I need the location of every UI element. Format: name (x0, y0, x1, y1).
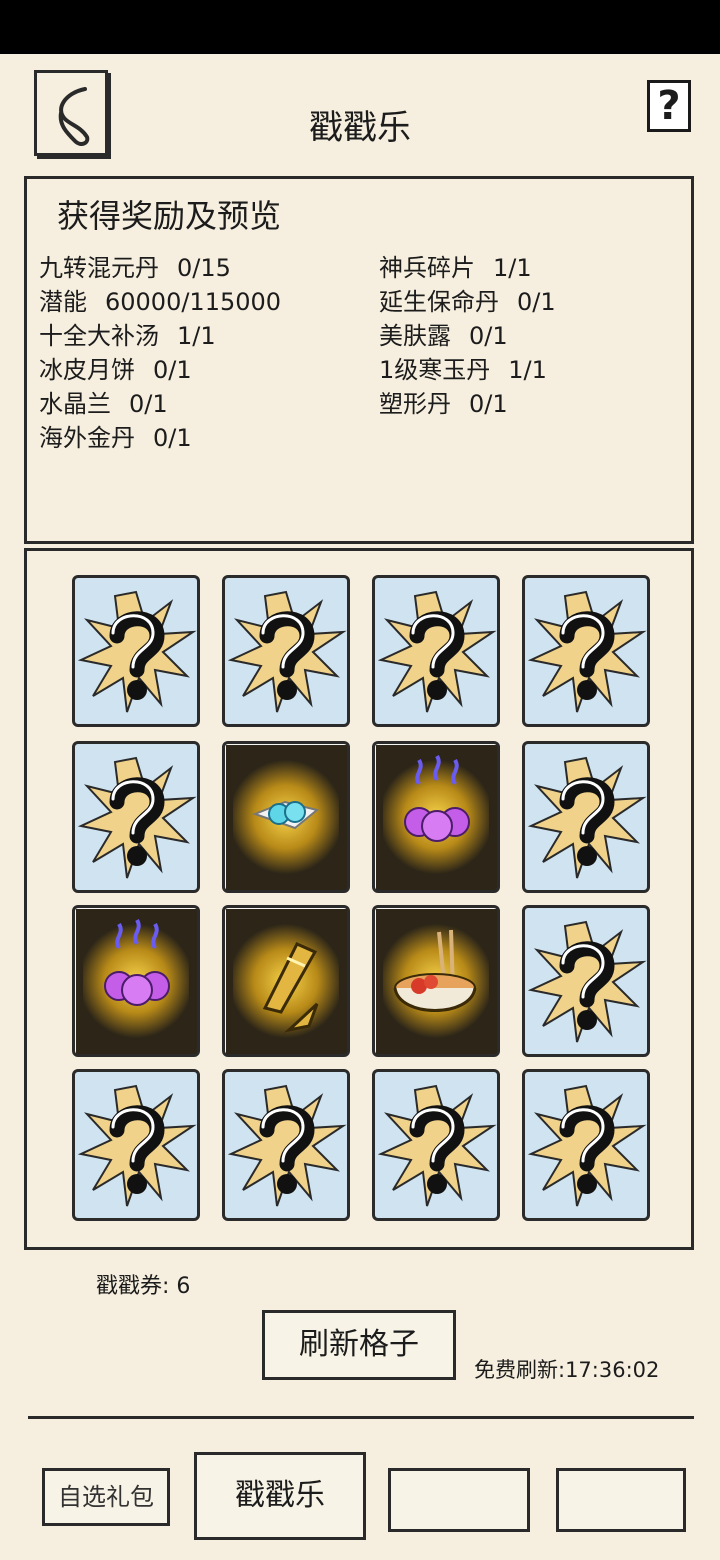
reward-item: 美肤露 0/1 (379, 322, 508, 350)
purple-pills-icon (104, 918, 170, 1006)
opened-tile[interactable] (372, 905, 500, 1057)
hidden-tile[interactable] (372, 1069, 500, 1221)
question-mark-icon (377, 1084, 497, 1207)
tab-poke-game[interactable]: 戳戳乐 (194, 1452, 366, 1540)
opened-tile[interactable] (72, 905, 200, 1057)
hidden-tile[interactable] (72, 741, 200, 893)
reward-item: 延生保命丹 0/1 (379, 288, 556, 316)
back-button[interactable] (34, 70, 108, 156)
page-title: 戳戳乐 (309, 108, 411, 148)
reward-item: 水晶兰 0/1 (39, 390, 168, 418)
tab-empty-1[interactable] (388, 1468, 530, 1532)
hidden-tile[interactable] (72, 575, 200, 727)
hidden-tile[interactable] (522, 1069, 650, 1221)
hidden-tile[interactable] (222, 1069, 350, 1221)
reward-item: 冰皮月饼 0/1 (39, 356, 192, 384)
question-mark-icon (77, 590, 197, 713)
status-bar (0, 0, 720, 54)
tab-empty-2[interactable] (556, 1468, 686, 1532)
help-button[interactable]: ? (647, 80, 691, 132)
tonic-soup-icon (393, 929, 477, 1012)
hidden-tile[interactable] (522, 575, 650, 727)
crystal-orchid-icon (252, 800, 320, 830)
reward-item: 神兵碎片 1/1 (379, 254, 532, 282)
reward-item: 潜能 60000/115000 (39, 288, 282, 316)
opened-tile[interactable] (222, 905, 350, 1057)
hidden-tile[interactable] (72, 1069, 200, 1221)
reward-heading: 获得奖励及预览 (57, 197, 282, 235)
free-refresh-timer: 免费刷新:17:36:02 (474, 1358, 660, 1382)
reward-item: 十全大补汤 1/1 (39, 322, 216, 350)
divider (28, 1416, 694, 1419)
poke-grid-panel (24, 548, 694, 1250)
hidden-tile[interactable] (372, 575, 500, 727)
question-mark-icon (527, 920, 647, 1043)
reward-list-right: 神兵碎片 1/1 延生保命丹 0/1 美肤露 0/1 1级寒玉丹 1/1 塑形丹 0/1 (379, 251, 556, 421)
tab-gift-pack[interactable]: 自选礼包 (42, 1468, 170, 1526)
hidden-tile[interactable] (522, 905, 650, 1057)
purple-pills-icon (404, 754, 470, 842)
ticket-count: 戳戳券: 6 (96, 1274, 191, 1299)
reward-item: 1级寒玉丹 1/1 (379, 356, 547, 384)
hidden-tile[interactable] (522, 741, 650, 893)
question-mark-icon (527, 590, 647, 713)
hidden-tile[interactable] (222, 575, 350, 727)
reward-item: 九转混元丹 0/15 (39, 254, 231, 282)
question-mark-icon (77, 1084, 197, 1207)
reward-preview-panel: 获得奖励及预览 九转混元丹 0/15 潜能 60000/115000 十全大补汤 1/… (24, 176, 694, 544)
opened-tile[interactable] (372, 741, 500, 893)
question-mark-icon (527, 1084, 647, 1207)
question-mark-icon (377, 590, 497, 713)
reward-item: 海外金丹 0/1 (39, 424, 192, 452)
back-arrow-icon (58, 87, 90, 146)
question-mark-icon (527, 756, 647, 879)
reward-list-left: 九转混元丹 0/15 潜能 60000/115000 十全大补汤 1/1 冰皮月饼 0/… (39, 251, 281, 455)
question-mark-icon (227, 1084, 347, 1207)
opened-tile[interactable] (222, 741, 350, 893)
weapon-shard-icon (262, 942, 319, 1033)
question-mark-icon (77, 756, 197, 879)
reward-item: 塑形丹 0/1 (379, 390, 508, 418)
refresh-grid-button[interactable]: 刷新格子 (262, 1310, 456, 1380)
question-mark-icon (227, 590, 347, 713)
